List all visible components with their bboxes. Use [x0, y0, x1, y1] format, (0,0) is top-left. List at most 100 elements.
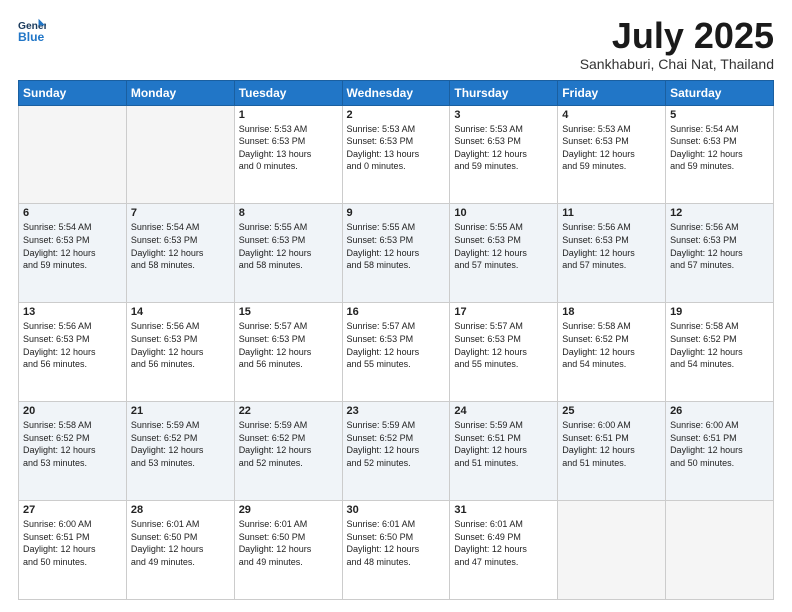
day-number: 13	[23, 306, 122, 318]
calendar-cell	[126, 105, 234, 204]
day-info: Sunrise: 5:58 AM Sunset: 6:52 PM Dayligh…	[23, 419, 122, 469]
day-number: 1	[239, 109, 338, 121]
calendar-cell: 11 Sunrise: 5:56 AM Sunset: 6:53 PM Dayli…	[558, 204, 666, 303]
day-number: 18	[562, 306, 661, 318]
calendar-cell: 18 Sunrise: 5:58 AM Sunset: 6:52 PM Dayli…	[558, 303, 666, 402]
calendar-cell: 25Sunrise: 6:00 AM Sunset: 6:51 PM Dayli…	[558, 402, 666, 501]
day-number: 20	[23, 405, 122, 417]
calendar-cell: 12Sunrise: 5:56 AM Sunset: 6:53 PM Dayli…	[666, 204, 774, 303]
day-number: 31	[454, 504, 553, 516]
calendar-cell	[558, 501, 666, 600]
day-info: Sunrise: 5:58 AM Sunset: 6:52 PM Dayligh…	[562, 320, 661, 370]
calendar-week-row: 1 Sunrise: 5:53 AM Sunset: 6:53 PM Daylig…	[19, 105, 774, 204]
day-number: 2	[347, 109, 446, 121]
day-info: Sunrise: 6:00 AM Sunset: 6:51 PM Dayligh…	[670, 419, 769, 469]
col-monday: Monday	[126, 80, 234, 105]
calendar-cell: 21 Sunrise: 5:59 AM Sunset: 6:52 PM Dayli…	[126, 402, 234, 501]
calendar-cell: 13 Sunrise: 5:56 AM Sunset: 6:53 PM Dayli…	[19, 303, 127, 402]
calendar-cell: 29 Sunrise: 6:01 AM Sunset: 6:50 PM Dayli…	[234, 501, 342, 600]
day-info: Sunrise: 5:55 AM Sunset: 6:53 PM Dayligh…	[454, 221, 553, 271]
day-number: 8	[239, 207, 338, 219]
calendar-cell: 2 Sunrise: 5:53 AM Sunset: 6:53 PM Daylig…	[342, 105, 450, 204]
day-number: 14	[131, 306, 230, 318]
col-saturday: Saturday	[666, 80, 774, 105]
calendar-week-row: 13 Sunrise: 5:56 AM Sunset: 6:53 PM Dayli…	[19, 303, 774, 402]
calendar-cell: 31 Sunrise: 6:01 AM Sunset: 6:49 PM Dayli…	[450, 501, 558, 600]
day-info: Sunrise: 5:56 AM Sunset: 6:53 PM Dayligh…	[670, 221, 769, 271]
day-number: 11	[562, 207, 661, 219]
calendar-cell	[19, 105, 127, 204]
calendar-week-row: 27Sunrise: 6:00 AM Sunset: 6:51 PM Dayli…	[19, 501, 774, 600]
day-number: 28	[131, 504, 230, 516]
day-number: 26	[670, 405, 769, 417]
calendar-cell: 17 Sunrise: 5:57 AM Sunset: 6:53 PM Dayli…	[450, 303, 558, 402]
day-info: Sunrise: 5:54 AM Sunset: 6:53 PM Dayligh…	[670, 123, 769, 173]
col-sunday: Sunday	[19, 80, 127, 105]
calendar-cell: 7 Sunrise: 5:54 AM Sunset: 6:53 PM Daylig…	[126, 204, 234, 303]
subtitle: Sankhaburi, Chai Nat, Thailand	[580, 56, 774, 72]
col-thursday: Thursday	[450, 80, 558, 105]
day-number: 29	[239, 504, 338, 516]
calendar-cell: 19 Sunrise: 5:58 AM Sunset: 6:52 PM Dayli…	[666, 303, 774, 402]
day-info: Sunrise: 5:54 AM Sunset: 6:53 PM Dayligh…	[131, 221, 230, 271]
day-info: Sunrise: 5:55 AM Sunset: 6:53 PM Dayligh…	[347, 221, 446, 271]
day-info: Sunrise: 5:59 AM Sunset: 6:52 PM Dayligh…	[131, 419, 230, 469]
calendar-cell: 9 Sunrise: 5:55 AM Sunset: 6:53 PM Daylig…	[342, 204, 450, 303]
header: General Blue July 2025 Sankhaburi, Chai …	[18, 16, 774, 72]
col-tuesday: Tuesday	[234, 80, 342, 105]
calendar-cell: 5 Sunrise: 5:54 AM Sunset: 6:53 PM Daylig…	[666, 105, 774, 204]
calendar-cell: 10Sunrise: 5:55 AM Sunset: 6:53 PM Dayli…	[450, 204, 558, 303]
day-number: 5	[670, 109, 769, 121]
day-info: Sunrise: 6:01 AM Sunset: 6:50 PM Dayligh…	[131, 518, 230, 568]
day-number: 22	[239, 405, 338, 417]
calendar-cell: 22Sunrise: 5:59 AM Sunset: 6:52 PM Dayli…	[234, 402, 342, 501]
day-number: 30	[347, 504, 446, 516]
calendar-cell: 4Sunrise: 5:53 AM Sunset: 6:53 PM Daylig…	[558, 105, 666, 204]
day-number: 6	[23, 207, 122, 219]
day-number: 19	[670, 306, 769, 318]
day-number: 21	[131, 405, 230, 417]
day-info: Sunrise: 6:01 AM Sunset: 6:49 PM Dayligh…	[454, 518, 553, 568]
calendar-cell: 8Sunrise: 5:55 AM Sunset: 6:53 PM Daylig…	[234, 204, 342, 303]
day-number: 25	[562, 405, 661, 417]
col-friday: Friday	[558, 80, 666, 105]
day-number: 15	[239, 306, 338, 318]
logo-icon: General Blue	[18, 16, 46, 44]
calendar-cell: 16Sunrise: 5:57 AM Sunset: 6:53 PM Dayli…	[342, 303, 450, 402]
day-info: Sunrise: 5:57 AM Sunset: 6:53 PM Dayligh…	[454, 320, 553, 370]
day-info: Sunrise: 5:59 AM Sunset: 6:51 PM Dayligh…	[454, 419, 553, 469]
calendar-header-row: Sunday Monday Tuesday Wednesday Thursday…	[19, 80, 774, 105]
day-info: Sunrise: 6:01 AM Sunset: 6:50 PM Dayligh…	[347, 518, 446, 568]
calendar-cell: 23Sunrise: 5:59 AM Sunset: 6:52 PM Dayli…	[342, 402, 450, 501]
day-number: 3	[454, 109, 553, 121]
main-title: July 2025	[580, 16, 774, 56]
day-info: Sunrise: 5:56 AM Sunset: 6:53 PM Dayligh…	[562, 221, 661, 271]
day-info: Sunrise: 5:54 AM Sunset: 6:53 PM Dayligh…	[23, 221, 122, 271]
day-info: Sunrise: 5:58 AM Sunset: 6:52 PM Dayligh…	[670, 320, 769, 370]
calendar-cell: 15Sunrise: 5:57 AM Sunset: 6:53 PM Dayli…	[234, 303, 342, 402]
calendar-cell: 26 Sunrise: 6:00 AM Sunset: 6:51 PM Dayli…	[666, 402, 774, 501]
calendar-week-row: 6 Sunrise: 5:54 AM Sunset: 6:53 PM Daylig…	[19, 204, 774, 303]
calendar-cell: 27Sunrise: 6:00 AM Sunset: 6:51 PM Dayli…	[19, 501, 127, 600]
col-wednesday: Wednesday	[342, 80, 450, 105]
day-number: 17	[454, 306, 553, 318]
calendar-cell: 28 Sunrise: 6:01 AM Sunset: 6:50 PM Dayli…	[126, 501, 234, 600]
calendar-cell: 24 Sunrise: 5:59 AM Sunset: 6:51 PM Dayli…	[450, 402, 558, 501]
day-info: Sunrise: 5:53 AM Sunset: 6:53 PM Dayligh…	[347, 123, 446, 173]
calendar-week-row: 20 Sunrise: 5:58 AM Sunset: 6:52 PM Dayli…	[19, 402, 774, 501]
day-number: 27	[23, 504, 122, 516]
calendar-cell: 30 Sunrise: 6:01 AM Sunset: 6:50 PM Dayli…	[342, 501, 450, 600]
day-info: Sunrise: 5:56 AM Sunset: 6:53 PM Dayligh…	[23, 320, 122, 370]
day-number: 9	[347, 207, 446, 219]
calendar-cell: 1Sunrise: 5:53 AM Sunset: 6:53 PM Daylig…	[234, 105, 342, 204]
calendar-table: Sunday Monday Tuesday Wednesday Thursday…	[18, 80, 774, 600]
day-info: Sunrise: 6:01 AM Sunset: 6:50 PM Dayligh…	[239, 518, 338, 568]
day-number: 24	[454, 405, 553, 417]
calendar-cell: 14 Sunrise: 5:56 AM Sunset: 6:53 PM Dayli…	[126, 303, 234, 402]
day-number: 16	[347, 306, 446, 318]
day-info: Sunrise: 5:56 AM Sunset: 6:53 PM Dayligh…	[131, 320, 230, 370]
svg-text:Blue: Blue	[18, 30, 45, 44]
logo: General Blue	[18, 16, 46, 44]
day-number: 4	[562, 109, 661, 121]
day-number: 7	[131, 207, 230, 219]
